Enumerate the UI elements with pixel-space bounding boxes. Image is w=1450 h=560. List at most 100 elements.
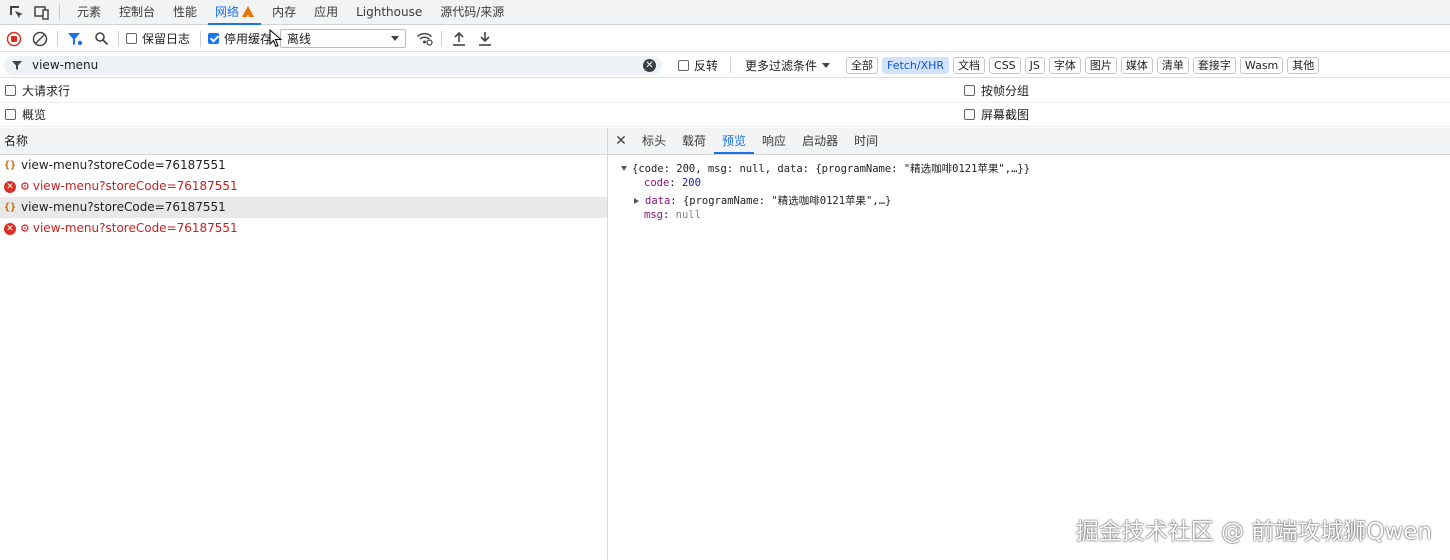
checkbox-box[interactable] (5, 109, 16, 120)
tab-headers[interactable]: 标头 (634, 128, 674, 154)
tab-elements[interactable]: 元素 (68, 0, 110, 25)
tab-label: 控制台 (119, 4, 156, 19)
toolbar-separator (57, 30, 58, 47)
preserve-log-checkbox[interactable]: 保留日志 (126, 30, 190, 47)
inspect-element-icon[interactable] (7, 3, 25, 21)
filter-icon[interactable] (65, 29, 85, 49)
checkbox-box[interactable] (126, 33, 137, 44)
type-chip-css[interactable]: CSS (989, 56, 1021, 74)
clear-filter-icon[interactable]: ✕ (643, 58, 656, 72)
type-chip-js[interactable]: JS (1024, 56, 1045, 74)
json-null: null (675, 209, 701, 221)
toolbar-separator (118, 30, 119, 47)
type-chip-socket[interactable]: 套接字 (1192, 56, 1236, 74)
type-chip-img[interactable]: 图片 (1084, 56, 1117, 74)
request-name: view-menu?storeCode=76187551 (32, 221, 238, 235)
json-data-line[interactable]: data: {programName: "精选咖啡0121苹果",…} (634, 193, 891, 208)
group-by-frame-checkbox[interactable]: 按帧分组 (964, 82, 1029, 99)
device-toolbar-icon[interactable] (33, 3, 51, 21)
request-name: view-menu?storeCode=76187551 (32, 179, 238, 193)
invert-checkbox[interactable]: 反转 (678, 57, 718, 74)
overview-checkbox[interactable]: 概览 (5, 106, 46, 123)
type-chip-wasm[interactable]: Wasm (1239, 56, 1284, 74)
tab-timing[interactable]: 时间 (846, 128, 886, 154)
tab-console[interactable]: 控制台 (110, 0, 164, 25)
type-chip-other[interactable]: 其他 (1287, 56, 1320, 74)
search-icon[interactable] (91, 29, 111, 49)
name-column-header[interactable]: 名称 (0, 128, 607, 155)
tab-performance[interactable]: 性能 (164, 0, 206, 25)
preserve-log-label: 保留日志 (142, 32, 191, 46)
tab-label: 性能 (173, 4, 198, 19)
json-object: {programName: "精选咖啡0121苹果",…} (682, 195, 892, 207)
expand-triangle-icon[interactable] (621, 166, 627, 171)
close-icon[interactable]: ✕ (608, 133, 634, 149)
tab-label: 元素 (77, 4, 102, 19)
fetch-request-icon: {} (4, 159, 17, 171)
json-code-line: code: 200 (644, 177, 701, 189)
network-conditions-icon[interactable] (414, 29, 434, 49)
big-rows-label: 大请求行 (22, 84, 71, 98)
detail-tabs: ✕ 标头 载荷 预览 响应 启动器 时间 (608, 128, 1450, 155)
export-har-icon[interactable] (475, 29, 495, 49)
screenshots-checkbox[interactable]: 屏幕截图 (964, 106, 1029, 123)
tab-network[interactable]: 网络 (206, 0, 263, 31)
clear-icon[interactable] (30, 29, 50, 49)
tab-lighthouse[interactable]: Lighthouse (347, 0, 431, 25)
disable-cache-label: 停用缓存 (224, 32, 273, 46)
import-har-icon[interactable] (449, 29, 469, 49)
json-summary: {code: 200, msg: null, data: {programNam… (632, 163, 1031, 175)
disable-cache-checkbox[interactable]: 停用缓存 (208, 30, 272, 47)
request-row[interactable]: {} view-menu?storeCode=76187551 (0, 197, 607, 218)
type-chip-manifest[interactable]: 清单 (1156, 56, 1189, 74)
type-chip-fetch-xhr[interactable]: Fetch/XHR (882, 56, 950, 74)
json-key: code (644, 177, 670, 189)
screenshots-label: 屏幕截图 (981, 108, 1030, 122)
tab-sources[interactable]: 源代码/来源 (431, 0, 513, 25)
checkbox-box[interactable] (964, 85, 975, 96)
checkbox-box[interactable] (678, 59, 689, 71)
tab-memory[interactable]: 内存 (263, 0, 305, 25)
chevron-down-icon (822, 62, 831, 68)
column-header-label: 名称 (4, 134, 29, 148)
big-request-rows-checkbox[interactable]: 大请求行 (5, 82, 70, 99)
tab-label: 内存 (272, 4, 297, 19)
devtools-tabbar: 元素 控制台 性能 网络 内存 应用 Lighthouse 源代码/来源 (0, 0, 1450, 31)
gear-icon: ⚙ (20, 222, 30, 235)
tab-payload[interactable]: 载荷 (674, 128, 714, 154)
tab-initiator[interactable]: 启动器 (794, 128, 846, 154)
tab-application[interactable]: 应用 (305, 0, 347, 25)
checkbox-box[interactable] (5, 85, 16, 96)
type-chip-font[interactable]: 字体 (1048, 56, 1081, 74)
error-icon: ✕ (4, 180, 16, 193)
type-chip-media[interactable]: 媒体 (1120, 56, 1153, 74)
request-row[interactable]: ✕ ⚙ view-menu?storeCode=76187551 (0, 176, 607, 197)
more-filters-dropdown[interactable]: 更多过滤条件 (745, 57, 831, 74)
tab-preview[interactable]: 预览 (714, 128, 755, 154)
request-row[interactable]: {} view-menu?storeCode=76187551 (0, 155, 607, 176)
throttle-value: 离线 (287, 32, 312, 46)
tab-label: Lighthouse (356, 4, 423, 19)
filter-text: view-menu (32, 58, 99, 72)
throttle-select[interactable]: 离线 (280, 29, 407, 48)
request-name: view-menu?storeCode=76187551 (21, 200, 226, 214)
filter-input[interactable]: view-menu ✕ (4, 55, 662, 75)
gear-icon: ⚙ (20, 180, 30, 193)
json-root-line[interactable]: {code: 200, msg: null, data: {programNam… (621, 161, 1030, 176)
options-row-1: 大请求行 按帧分组 (0, 79, 1450, 103)
options-row-2: 概览 屏幕截图 (0, 103, 1450, 127)
error-icon: ✕ (4, 222, 16, 235)
type-chip-all[interactable]: 全部 (846, 56, 879, 74)
fetch-request-icon: {} (4, 201, 17, 213)
more-filters-label: 更多过滤条件 (745, 58, 818, 73)
request-row[interactable]: ✕ ⚙ view-menu?storeCode=76187551 (0, 218, 607, 239)
tab-label: 应用 (314, 4, 339, 19)
json-key: msg (644, 209, 663, 221)
checkbox-box[interactable] (964, 109, 975, 120)
type-chip-doc[interactable]: 文档 (953, 56, 986, 74)
tab-response[interactable]: 响应 (754, 128, 794, 154)
record-stop-icon[interactable] (4, 29, 24, 49)
checkbox-box[interactable] (208, 33, 220, 44)
collapse-triangle-icon[interactable] (634, 198, 639, 204)
invert-label: 反转 (694, 58, 719, 73)
